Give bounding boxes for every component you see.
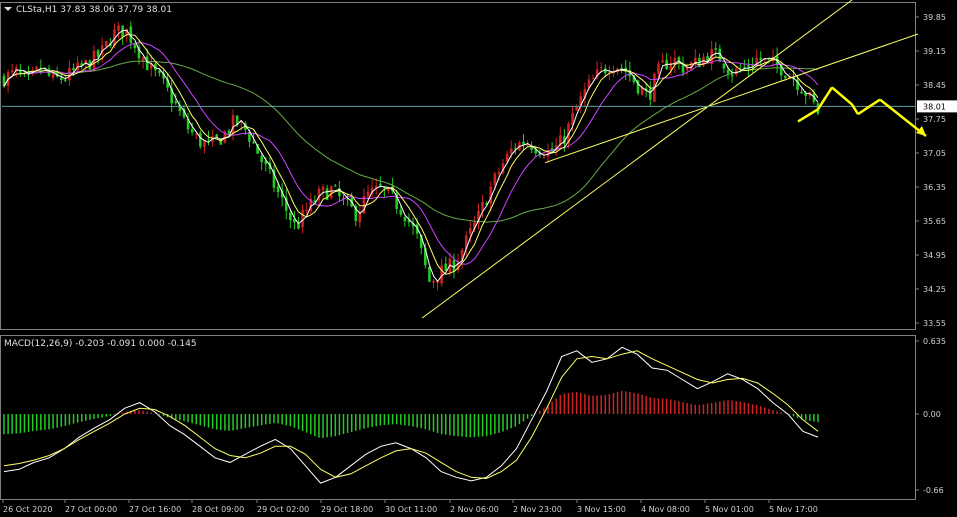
candle-body bbox=[542, 156, 546, 158]
candle-body bbox=[321, 186, 325, 191]
candle-body bbox=[759, 57, 763, 60]
candle-body bbox=[141, 57, 145, 61]
last-price-label: 38.01 bbox=[923, 102, 946, 111]
y-tick-label: 35.65 bbox=[923, 217, 946, 226]
candle-body bbox=[334, 185, 337, 187]
candle-body bbox=[158, 70, 161, 74]
candle-body bbox=[231, 115, 235, 134]
x-tick-label: 4 Nov 08:00 bbox=[641, 505, 690, 514]
candle-body bbox=[399, 209, 403, 215]
candle-body bbox=[685, 67, 689, 71]
candle-body bbox=[289, 212, 292, 221]
x-tick-label: 29 Oct 02:00 bbox=[257, 505, 309, 514]
candle-body bbox=[747, 65, 750, 68]
candle-body bbox=[657, 63, 660, 75]
candle bbox=[199, 130, 202, 149]
candle-body bbox=[72, 67, 75, 71]
macd-title: MACD(12,26,9) -0.203 -0.091 0.000 -0.145 bbox=[4, 339, 197, 349]
macd-y-tick-label: 0.635 bbox=[923, 337, 946, 346]
candle-body bbox=[379, 183, 382, 186]
candle-body bbox=[444, 263, 448, 272]
candle-body bbox=[469, 228, 472, 234]
candle-body bbox=[403, 217, 407, 222]
candle-body bbox=[603, 68, 607, 74]
y-tick-label: 37.75 bbox=[923, 115, 946, 124]
candle bbox=[223, 129, 227, 144]
x-tick-label: 2 Nov 06:00 bbox=[450, 505, 499, 514]
candle-body bbox=[305, 209, 308, 211]
y-tick-label: 37.05 bbox=[923, 149, 946, 158]
x-tick-label: 29 Oct 18:00 bbox=[321, 505, 373, 514]
x-tick-label: 28 Oct 09:00 bbox=[192, 505, 244, 514]
candle-body bbox=[726, 69, 730, 74]
candle-body bbox=[96, 50, 100, 57]
candle-body bbox=[620, 68, 623, 70]
candle bbox=[428, 266, 431, 283]
candle-body bbox=[648, 89, 652, 100]
candle-body bbox=[133, 44, 137, 49]
x-tick-label: 5 Nov 01:00 bbox=[705, 505, 754, 514]
candle-body bbox=[174, 101, 178, 104]
y-tick-label: 38.45 bbox=[923, 81, 946, 90]
x-tick-label: 3 Nov 15:00 bbox=[577, 505, 626, 514]
candle-body bbox=[661, 60, 664, 63]
macd-y-tick-label: 0.00 bbox=[923, 410, 941, 419]
candle-body bbox=[428, 266, 431, 282]
chart-title: CLSta,H1 37.83 38.06 37.79 38.01 bbox=[16, 5, 172, 15]
y-tick-label: 39.15 bbox=[923, 47, 946, 56]
candle-body bbox=[10, 70, 14, 72]
candle-body bbox=[493, 173, 497, 186]
candle-body bbox=[64, 79, 67, 81]
candle-body bbox=[59, 77, 63, 81]
candle-body bbox=[207, 138, 210, 140]
candle-body bbox=[440, 265, 443, 284]
candle-body bbox=[276, 186, 280, 193]
candle-body bbox=[575, 107, 578, 111]
y-tick-label: 39.85 bbox=[923, 13, 946, 22]
candle-body bbox=[509, 148, 513, 154]
x-tick-label: 27 Oct 16:00 bbox=[129, 505, 181, 514]
candle-body bbox=[194, 134, 198, 136]
candle-body bbox=[800, 91, 803, 94]
candle-body bbox=[301, 209, 304, 228]
candle-body bbox=[722, 63, 726, 69]
candle-body bbox=[714, 48, 718, 50]
y-tick-label: 33.55 bbox=[923, 319, 946, 328]
candle-body bbox=[215, 134, 219, 137]
candle-body bbox=[199, 132, 202, 147]
price-chart[interactable]: 39.85 39.15 38.45 37.75 37.05 36.35 35.65 34.95… bbox=[0, 0, 957, 517]
candle-body bbox=[260, 155, 263, 163]
candle-body bbox=[366, 191, 370, 197]
candle-body bbox=[432, 280, 435, 283]
candle-body bbox=[104, 40, 108, 47]
candle-body bbox=[68, 67, 71, 81]
candle-body bbox=[203, 140, 206, 148]
candle-body bbox=[329, 186, 333, 198]
candle-body bbox=[190, 129, 194, 133]
candle bbox=[329, 184, 333, 200]
candle-body bbox=[783, 75, 787, 78]
candle-body bbox=[252, 141, 255, 144]
candle-body bbox=[297, 223, 300, 229]
x-tick-label: 26 Oct 2020 bbox=[3, 505, 52, 514]
candle-body bbox=[145, 56, 149, 71]
candle-body bbox=[117, 25, 120, 31]
x-tick-label: 27 Oct 00:00 bbox=[65, 505, 117, 514]
candle-body bbox=[591, 78, 595, 80]
candle-body bbox=[599, 67, 603, 69]
x-tick-label: 30 Oct 11:00 bbox=[385, 505, 437, 514]
chart-background bbox=[0, 0, 957, 517]
x-tick-label: 5 Nov 17:00 bbox=[769, 505, 818, 514]
candle-body bbox=[51, 73, 55, 78]
candle-body bbox=[227, 130, 231, 134]
candle-body bbox=[497, 172, 501, 175]
y-tick-label: 36.35 bbox=[923, 183, 946, 192]
candle-body bbox=[730, 74, 734, 77]
chart-header: CLSta,H1 37.83 38.06 37.79 38.01 bbox=[4, 5, 172, 15]
y-tick-label: 34.95 bbox=[923, 251, 946, 260]
macd-y-tick-label: -0.66 bbox=[923, 486, 944, 495]
x-tick-label: 2 Nov 23:00 bbox=[513, 505, 562, 514]
y-tick-label: 34.25 bbox=[923, 285, 946, 294]
